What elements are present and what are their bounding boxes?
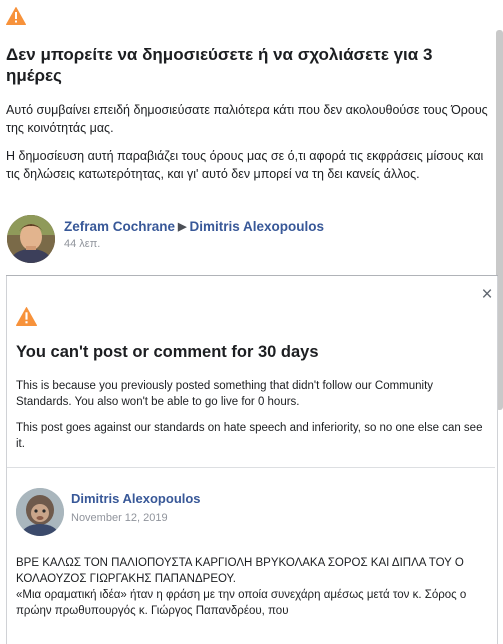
close-icon[interactable]: × (479, 285, 495, 304)
post-timestamp[interactable]: 44 λεπ. (64, 238, 100, 250)
post-header: Zefram Cochrane ▶ Dimitris Alexopoulos (64, 219, 324, 234)
screenshot-root: Δεν μπορείτε να δημοσιεύσετε ή να σχολιά… (0, 0, 503, 644)
divider (7, 467, 495, 468)
notice-reason-text: Αυτό συμβαίνει επειδή δημοσιεύσατε παλιό… (6, 103, 488, 135)
post-text-line: «Μια οραματική ιδέα» ήταν η φράση με την… (16, 589, 467, 617)
user-photo-icon (7, 215, 55, 263)
post-body: ΒΡΕ ΚΑΛΩΣ ΤΟΝ ΠΑΛΙΟΠΟΥΣΤΑ ΚΑΡΓΙΟΛΗ ΒΡΥΚΟ… (16, 555, 496, 619)
restriction-reason-text: This is because you previously posted so… (16, 380, 434, 408)
avatar[interactable] (16, 488, 64, 536)
notice-title: Δεν μπορείτε να δημοσιεύσετε ή να σχολιά… (6, 45, 433, 85)
warning-triangle-icon (6, 7, 26, 25)
author-link[interactable]: Zefram Cochrane (64, 219, 175, 234)
warning-triangle-icon (16, 307, 37, 326)
post-date[interactable]: November 12, 2019 (71, 512, 168, 524)
restriction-title: You can't post or comment for 30 days (16, 343, 319, 361)
triangle-right-icon: ▶ (178, 221, 187, 233)
author-link[interactable]: Dimitris Alexopoulos (71, 491, 201, 506)
post-text-line: ΒΡΕ ΚΑΛΩΣ ΤΟΝ ΠΑΛΙΟΠΟΥΣΤΑ ΚΑΡΓΙΟΛΗ ΒΡΥΚΟ… (16, 557, 464, 585)
user-photo-icon (16, 488, 64, 536)
notice-policy-text: Η δημοσίευση αυτή παραβιάζει τους όρους … (6, 149, 484, 181)
restriction-policy-text: This post goes against our standards on … (16, 422, 483, 450)
recipient-link[interactable]: Dimitris Alexopoulos (190, 219, 325, 234)
avatar[interactable] (7, 215, 55, 263)
